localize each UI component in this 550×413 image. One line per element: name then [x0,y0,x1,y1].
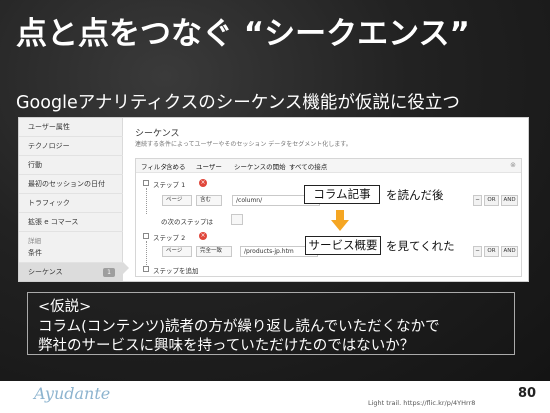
filter-label: フィルタ [141,163,167,171]
step2-and-button[interactable]: AND [501,246,518,257]
sequence-start-dropdown[interactable]: シーケンスの開始 [234,161,286,171]
page-number: 80 [518,386,537,401]
step2-or-button[interactable]: OR [484,246,499,257]
sidebar-item-sequences[interactable]: シーケンス 1 [19,263,123,281]
slide-footer: Ayudante Light trail. https://flic.kr/p/… [0,381,550,413]
step-connector [146,241,147,265]
step2-dimension-select[interactable]: ページ [162,246,192,257]
ayudante-logo: Ayudante [34,384,111,403]
users-dropdown[interactable]: ユーザー [196,161,222,171]
step1-checkbox[interactable] [143,180,149,186]
analytics-screenshot: ユーザー属性 テクノロジー 行動 最初のセッションの日付 トラフィック 拡張 e… [18,117,529,282]
step1-or-button[interactable]: OR [484,195,499,206]
sidebar-item-conditions[interactable]: 条件 [19,244,123,263]
hypothesis-heading: <仮説> [38,299,92,315]
sequence-description: 連続する条件によってユーザーやそのセッション データをセグメント化します。 [135,141,352,148]
step1-and-button[interactable]: AND [501,195,518,206]
photo-credit: Light trail. https://flic.kr/p/4YHrr8 [368,399,476,407]
step1-label: ステップ 1 [153,181,186,189]
step2-checkbox[interactable] [143,233,149,239]
sequence-count-badge: 1 [103,268,115,277]
close-filter-icon[interactable]: ⊗ [510,161,516,169]
step1-dimension-select[interactable]: ページ [162,195,192,206]
read-then-text: を読んだ後 [386,188,444,202]
step2-remove-icon[interactable]: × [199,232,207,240]
step2-remove-button[interactable]: − [473,246,482,257]
all-hits-dropdown[interactable]: すべての接点 [289,161,327,171]
add-step-checkbox[interactable] [143,266,149,272]
slide-subtitle: Googleアナリティクスのシーケンス機能が仮説に役立つ [16,93,460,113]
add-step-link[interactable]: ステップを追加 [153,265,199,275]
sidebar-item-traffic[interactable]: トラフィック [19,194,123,213]
hypothesis-line-1: コラム(コンテンツ)読者の方が繰り返し読んでいただくなかで [38,319,440,335]
slide-title: 点と点をつなぐ “シークエンス” [16,16,470,52]
hypothesis-box: <仮説> コラム(コンテンツ)読者の方が繰り返し読んでいただくなかで 弊社のサー… [27,292,515,355]
step1-remove-button[interactable]: − [473,195,482,206]
sidebar-item-enhanced-ecommerce[interactable]: 拡張 e コマース [19,213,123,232]
step1-match-select[interactable]: 含む [196,195,222,206]
hypothesis-line-2: 弊社のサービスに興味を持っていただけたのではないか？ [38,338,415,354]
sidebar-item-label: シーケンス [28,268,63,276]
viewed-text: を見てくれた [386,239,455,253]
sidebar-item-behavior[interactable]: 行動 [19,156,123,175]
include-dropdown[interactable]: 含める [166,161,186,171]
step2-match-select[interactable]: 完全一致 [196,246,232,257]
column-article-callout: コラム記事 [304,185,380,204]
down-arrow-icon [331,210,349,231]
sequence-filter-panel: フィルタ 含める ユーザー シーケンスの開始 すべての接点 ⊗ ステップ 1 ×… [135,158,522,277]
service-overview-callout: サービス概要 [305,236,381,255]
active-pointer-icon [123,262,129,274]
sidebar-item-technology[interactable]: テクノロジー [19,137,123,156]
step1-remove-icon[interactable]: × [199,179,207,187]
sidebar-item-first-session-date[interactable]: 最初のセッションの日付 [19,175,123,194]
sequence-heading: シーケンス [135,129,180,139]
next-step-select[interactable] [231,214,243,225]
step-connector [146,188,147,214]
next-step-label: の次のステップは [161,218,213,226]
sidebar-item-demographics[interactable]: ユーザー属性 [19,118,123,137]
filter-bar: フィルタ 含める ユーザー シーケンスの開始 すべての接点 ⊗ [136,159,521,173]
segment-sidebar: ユーザー属性 テクノロジー 行動 最初のセッションの日付 トラフィック 拡張 e… [19,118,123,281]
step2-label: ステップ 2 [153,234,186,242]
